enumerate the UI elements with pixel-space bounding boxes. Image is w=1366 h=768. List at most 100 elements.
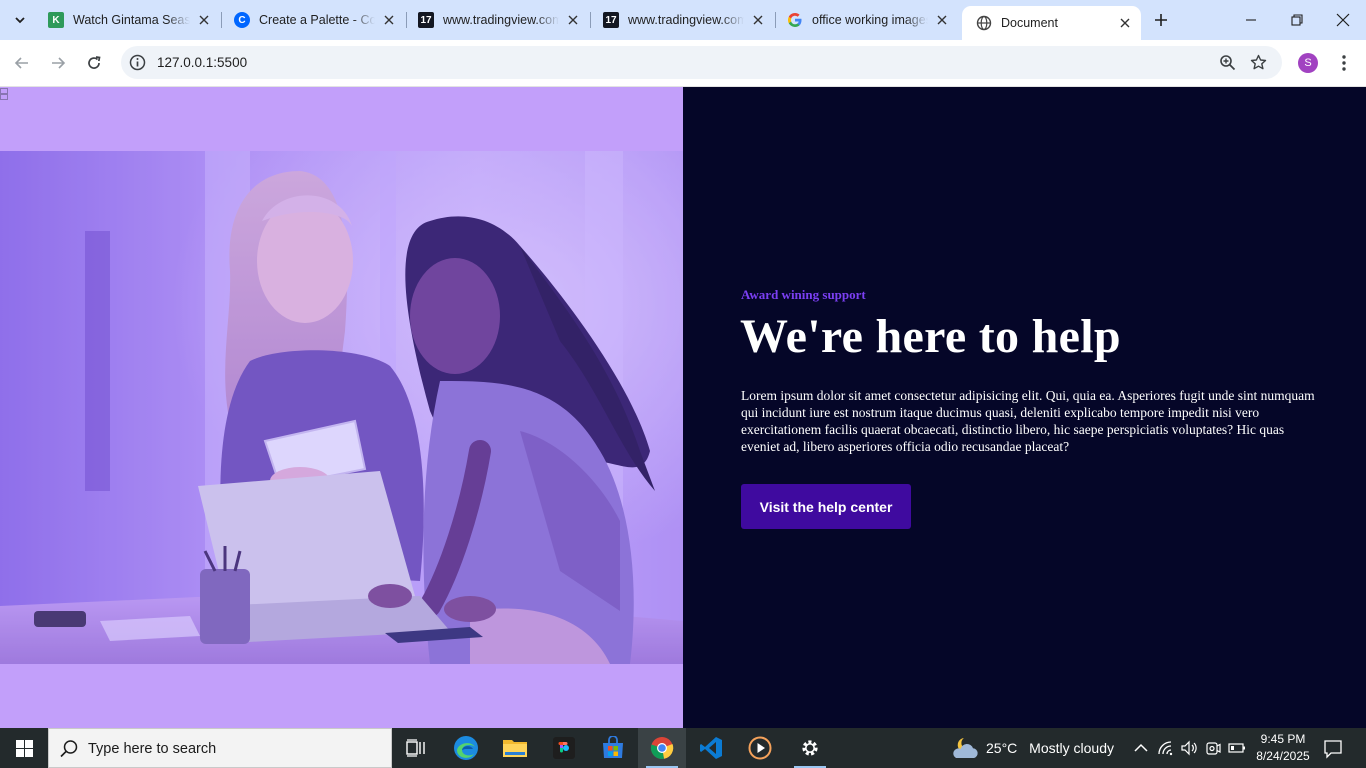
chevron-down-icon <box>15 17 25 24</box>
coolors-favicon-icon: C <box>234 12 250 28</box>
speaker-icon <box>1181 740 1197 756</box>
taskbar-clock[interactable]: 9:45 PM 8/24/2025 <box>1250 731 1316 765</box>
close-tab-icon[interactable] <box>1117 15 1133 31</box>
clock-time: 9:45 PM <box>1260 732 1306 746</box>
eyebrow-text: Award wining support <box>741 287 866 302</box>
broken-image-icon <box>0 88 8 100</box>
meet-now-tray[interactable] <box>1203 738 1223 758</box>
close-tab-icon[interactable] <box>381 12 397 28</box>
edge-app[interactable] <box>442 728 490 768</box>
minimize-button[interactable] <box>1228 0 1274 40</box>
tab-tradingview-2[interactable]: 17 www.tradingview.com <box>589 6 774 34</box>
close-tab-icon[interactable] <box>565 12 581 28</box>
image-panel <box>0 87 683 728</box>
more-vertical-icon <box>1342 55 1346 71</box>
clock-date: 8/24/2025 <box>1256 749 1310 763</box>
task-view-icon <box>406 739 425 757</box>
tab-tradingview-1[interactable]: 17 www.tradingview.com <box>404 6 589 34</box>
tab-gintama[interactable]: K Watch Gintama Season <box>34 6 220 34</box>
arrow-left-icon <box>14 57 28 69</box>
taskbar-search-box[interactable]: Type here to search <box>48 728 392 768</box>
help-panel: Award wining support We're here to help … <box>683 87 1366 728</box>
forward-button[interactable] <box>44 49 72 77</box>
weather-condition: Mostly cloudy <box>1029 740 1114 756</box>
bookmark-star-icon[interactable] <box>1250 54 1267 71</box>
tradingview-favicon-icon: 17 <box>603 12 619 28</box>
tab-title: www.tradingview.com <box>628 13 744 27</box>
site-info-icon[interactable] <box>129 54 146 71</box>
tab-search-button[interactable] <box>6 6 34 34</box>
back-button[interactable] <box>8 49 36 77</box>
close-tab-icon[interactable] <box>934 12 950 28</box>
url-text[interactable]: 127.0.0.1:5500 <box>157 55 247 70</box>
chrome-icon <box>650 737 674 759</box>
windows-logo-icon <box>15 739 33 757</box>
media-player-icon <box>748 736 772 760</box>
battery-tray[interactable] <box>1227 738 1247 758</box>
close-tab-icon[interactable] <box>750 12 766 28</box>
tab-coolors[interactable]: C Create a Palette - Coolors <box>220 6 405 34</box>
minimize-icon <box>1246 19 1256 21</box>
show-hidden-icons-button[interactable] <box>1131 738 1151 758</box>
profile-avatar[interactable]: S <box>1298 53 1318 73</box>
tab-title: Document <box>1001 16 1058 30</box>
globe-icon <box>976 15 992 31</box>
close-icon <box>1336 13 1350 27</box>
settings-app[interactable] <box>786 728 834 768</box>
start-button[interactable] <box>0 728 48 768</box>
tab-document[interactable]: Document <box>962 6 1141 40</box>
weather-widget[interactable]: 25°C Mostly cloudy <box>986 740 1114 756</box>
vscode-app[interactable] <box>687 728 735 768</box>
chevron-up-icon <box>1134 743 1148 752</box>
reload-button[interactable] <box>80 49 108 77</box>
wifi-icon <box>1158 741 1173 756</box>
address-bar[interactable]: 127.0.0.1:5500 <box>121 46 1282 79</box>
settings-icon <box>802 740 818 756</box>
task-view-button[interactable] <box>392 728 440 768</box>
new-tab-button[interactable] <box>1149 8 1173 32</box>
restore-icon <box>1291 14 1303 26</box>
vscode-icon <box>700 737 722 759</box>
restore-button[interactable] <box>1274 0 1320 40</box>
microsoft-store-app[interactable] <box>589 728 637 768</box>
network-tray[interactable] <box>1156 738 1176 758</box>
close-tab-icon[interactable] <box>196 12 212 28</box>
body-paragraph: Lorem ipsum dolor sit amet consectetur a… <box>741 388 1315 454</box>
camera-icon <box>1206 742 1221 755</box>
battery-icon <box>1228 743 1245 753</box>
microsoft-store-icon <box>603 736 623 758</box>
plus-icon <box>1155 14 1167 26</box>
tab-title: Create a Palette - Coolors <box>259 13 375 27</box>
tab-title: Watch Gintama Season <box>73 13 190 27</box>
k-favicon-icon: K <box>48 12 64 28</box>
tab-strip: K Watch Gintama Season C Create a Palett… <box>0 0 1366 40</box>
visit-help-center-button[interactable]: Visit the help center <box>741 484 911 529</box>
tradingview-favicon-icon: 17 <box>418 12 434 28</box>
office-photo <box>0 151 683 664</box>
tab-google-images[interactable]: office working images <box>773 6 958 34</box>
zoom-icon[interactable] <box>1219 54 1236 71</box>
tab-title: www.tradingview.com <box>443 13 559 27</box>
figma-app[interactable] <box>540 728 588 768</box>
search-placeholder: Type here to search <box>88 741 217 757</box>
taskbar: Type here to search 25°C Mostly cloudy 9… <box>0 728 1366 768</box>
page-headline: We're here to help <box>740 310 1121 363</box>
edge-icon <box>454 736 478 760</box>
figma-icon <box>553 737 575 759</box>
media-player-app[interactable] <box>736 728 784 768</box>
chrome-app[interactable] <box>638 728 686 768</box>
notifications-icon[interactable] <box>1322 738 1344 760</box>
search-icon <box>60 740 78 758</box>
browser-menu-button[interactable] <box>1334 50 1354 76</box>
partly-cloudy-night-icon[interactable] <box>950 736 980 760</box>
close-window-button[interactable] <box>1320 0 1366 40</box>
browser-toolbar: 127.0.0.1:5500 <box>0 40 1366 87</box>
arrow-right-icon <box>52 57 66 69</box>
reload-icon <box>88 56 101 69</box>
volume-tray[interactable] <box>1179 738 1199 758</box>
tab-title: office working images <box>812 13 928 27</box>
file-explorer-icon <box>503 740 527 757</box>
file-explorer-app[interactable] <box>491 728 539 768</box>
google-favicon-icon <box>787 12 803 28</box>
weather-temp: 25°C <box>986 740 1018 756</box>
